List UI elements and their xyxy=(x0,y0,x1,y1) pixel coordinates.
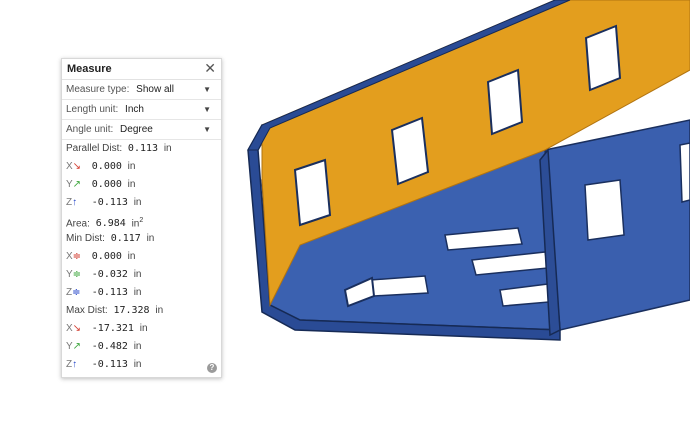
chevron-down-icon: ▼ xyxy=(203,105,211,114)
min-dist-label: Min Dist: xyxy=(66,233,105,244)
area-label: Area: xyxy=(66,218,90,230)
max-z-value: -0.113 xyxy=(91,359,128,370)
area-unit-exponent: 2 xyxy=(139,217,144,224)
panel-title: Measure xyxy=(67,63,112,75)
z-arrow-icon: ↑ xyxy=(72,197,78,208)
measure-type-select[interactable]: Measure type: Show all ▼ xyxy=(62,80,221,100)
area-row: Area: 6.984 in2 xyxy=(62,212,221,230)
angle-unit-select[interactable]: Angle unit: Degree ▼ xyxy=(62,120,221,140)
min-x-unit: in xyxy=(127,251,136,262)
y-axis-letter: Y xyxy=(66,341,73,352)
y-arrow-icon: ↗ xyxy=(72,341,82,352)
max-y-value: -0.482 xyxy=(91,341,128,352)
length-unit-value: Inch xyxy=(125,104,144,115)
min-x-value: 0.000 xyxy=(91,251,122,262)
max-x-row: X↘ -17.321 in xyxy=(62,320,221,338)
help-icon[interactable]: ? xyxy=(207,363,217,373)
max-x-value: -17.321 xyxy=(91,323,134,334)
parallel-z-row: Z↑ -0.113 in xyxy=(62,194,221,212)
min-y-row: Y≑ -0.032 in xyxy=(62,266,221,284)
max-dist-value: 17.328 xyxy=(113,305,150,316)
z-equal-arrow-icon: ≑ xyxy=(72,287,81,298)
parallel-z-unit: in xyxy=(133,197,142,208)
max-z-unit: in xyxy=(133,359,142,370)
x-axis-letter: X xyxy=(66,161,73,172)
x-equal-arrow-icon: ≑ xyxy=(72,251,82,262)
length-unit-label: Length unit: xyxy=(66,104,119,115)
parallel-dist-value: 0.113 xyxy=(127,143,159,154)
parallel-z-value: -0.113 xyxy=(91,197,128,208)
parallel-dist-unit: in xyxy=(163,143,172,154)
min-z-value: -0.113 xyxy=(91,287,128,298)
min-dist-value: 0.117 xyxy=(110,233,141,244)
chevron-down-icon: ▼ xyxy=(203,85,211,94)
max-y-row: Y↗ -0.482 in xyxy=(62,338,221,356)
angle-unit-label: Angle unit: xyxy=(66,124,114,135)
max-dist-unit: in xyxy=(155,305,164,316)
parallel-dist-row: Parallel Dist: 0.113 in xyxy=(62,140,221,158)
max-dist-label: Max Dist: xyxy=(66,305,108,316)
min-y-value: -0.032 xyxy=(91,269,128,280)
measure-type-label: Measure type: xyxy=(66,84,130,95)
y-axis-letter: Y xyxy=(66,269,73,280)
x-axis-letter: X xyxy=(66,251,73,262)
min-dist-row: Min Dist: 0.117 in xyxy=(62,230,221,248)
parallel-x-unit: in xyxy=(127,161,136,172)
parallel-y-value: 0.000 xyxy=(91,179,122,190)
x-arrow-icon: ↘ xyxy=(72,161,82,172)
min-z-row: Z≑ -0.113 in xyxy=(62,284,221,302)
parallel-x-row: X↘ 0.000 in xyxy=(62,158,221,176)
measure-panel: Measure ✕ Measure type: Show all ▼ Lengt… xyxy=(61,58,222,378)
x-axis-letter: X xyxy=(66,323,73,334)
min-dist-unit: in xyxy=(146,233,155,244)
min-z-unit: in xyxy=(133,287,142,298)
max-z-row: Z↑ -0.113 in xyxy=(62,356,221,374)
length-unit-select[interactable]: Length unit: Inch ▼ xyxy=(62,100,221,120)
parallel-y-row: Y↗ 0.000 in xyxy=(62,176,221,194)
x-arrow-icon: ↘ xyxy=(72,323,82,334)
parallel-x-value: 0.000 xyxy=(91,161,122,172)
y-arrow-icon: ↗ xyxy=(72,179,82,190)
chevron-down-icon: ▼ xyxy=(203,125,211,134)
z-arrow-icon: ↑ xyxy=(72,359,78,370)
min-x-row: X≑ 0.000 in xyxy=(62,248,221,266)
area-value: 6.984 xyxy=(95,218,126,230)
parallel-dist-label: Parallel Dist: xyxy=(66,143,123,154)
min-y-unit: in xyxy=(133,269,142,280)
close-icon[interactable]: ✕ xyxy=(204,58,216,78)
y-equal-arrow-icon: ≑ xyxy=(72,269,82,280)
max-dist-row: Max Dist: 17.328 in xyxy=(62,302,221,320)
y-axis-letter: Y xyxy=(66,179,73,190)
angle-unit-value: Degree xyxy=(120,124,153,135)
max-y-unit: in xyxy=(133,341,142,352)
max-x-unit: in xyxy=(139,323,148,334)
panel-header: Measure ✕ xyxy=(62,59,221,80)
parallel-y-unit: in xyxy=(127,179,136,190)
measure-type-value: Show all xyxy=(136,84,174,95)
